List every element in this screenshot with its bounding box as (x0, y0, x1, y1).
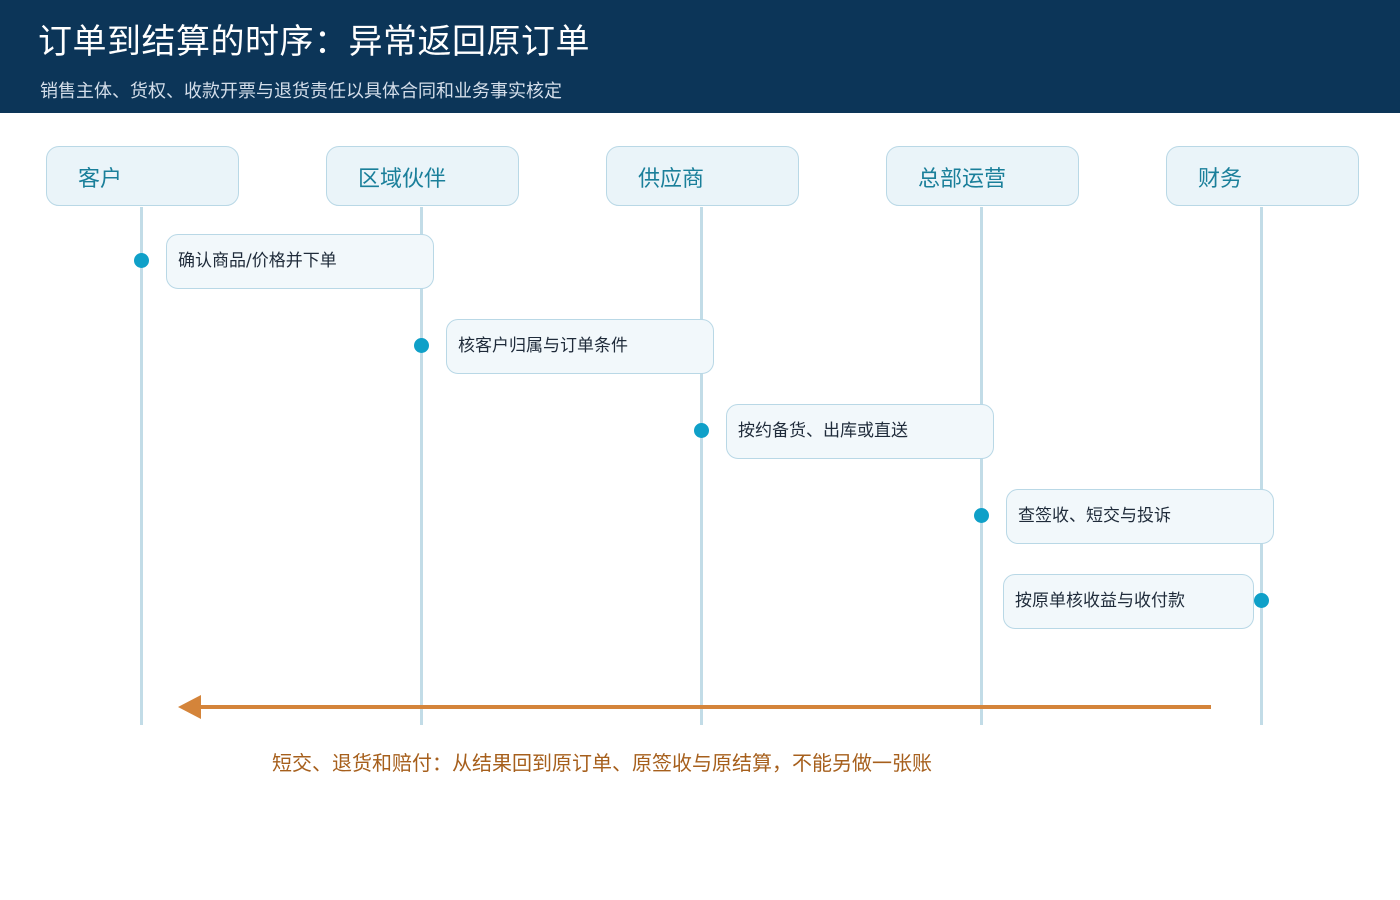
step-label: 核客户归属与订单条件 (458, 336, 628, 356)
page-subtitle: 销售主体、货权、收款开票与退货责任以具体合同和业务事实核定 (40, 81, 562, 102)
step-marker-dot (974, 508, 989, 523)
lifeline-finance (1260, 207, 1263, 725)
return-flow-label: 短交、退货和赔付：从结果回到原订单、原签收与原结算，不能另做一张账 (272, 751, 932, 775)
step-place-order: 确认商品/价格并下单 (166, 234, 434, 289)
step-check-receipt: 查签收、短交与投诉 (1006, 489, 1274, 544)
lifeline-hq-operations (980, 207, 983, 725)
step-label: 按原单核收益与收付款 (1015, 591, 1185, 611)
step-marker-dot (694, 423, 709, 438)
step-label: 查签收、短交与投诉 (1018, 506, 1171, 526)
actor-label: 客户 (78, 167, 123, 192)
step-verify-customer: 核客户归属与订单条件 (446, 319, 714, 374)
step-label: 按约备货、出库或直送 (738, 421, 908, 441)
actor-hq-operations: 总部运营 (886, 146, 1079, 206)
actor-label: 财务 (1198, 167, 1243, 192)
page-title: 订单到结算的时序：异常返回原订单 (38, 22, 590, 62)
step-marker-dot (414, 338, 429, 353)
step-marker-dot (134, 253, 149, 268)
return-arrow-head (178, 695, 201, 719)
actor-label: 供应商 (638, 167, 705, 192)
lifeline-customer (140, 207, 143, 725)
lifeline-supplier (700, 207, 703, 725)
actor-label: 区域伙伴 (358, 167, 447, 192)
header-banner: 订单到结算的时序：异常返回原订单 销售主体、货权、收款开票与退货责任以具体合同和… (0, 0, 1400, 113)
actor-finance: 财务 (1166, 146, 1359, 206)
step-ship-goods: 按约备货、出库或直送 (726, 404, 994, 459)
step-settle-payment: 按原单核收益与收付款 (1003, 574, 1254, 629)
step-label: 确认商品/价格并下单 (178, 251, 337, 271)
actor-supplier: 供应商 (606, 146, 799, 206)
actor-regional-partner: 区域伙伴 (326, 146, 519, 206)
actor-customer: 客户 (46, 146, 239, 206)
actor-label: 总部运营 (918, 167, 1007, 192)
step-marker-dot (1254, 593, 1269, 608)
